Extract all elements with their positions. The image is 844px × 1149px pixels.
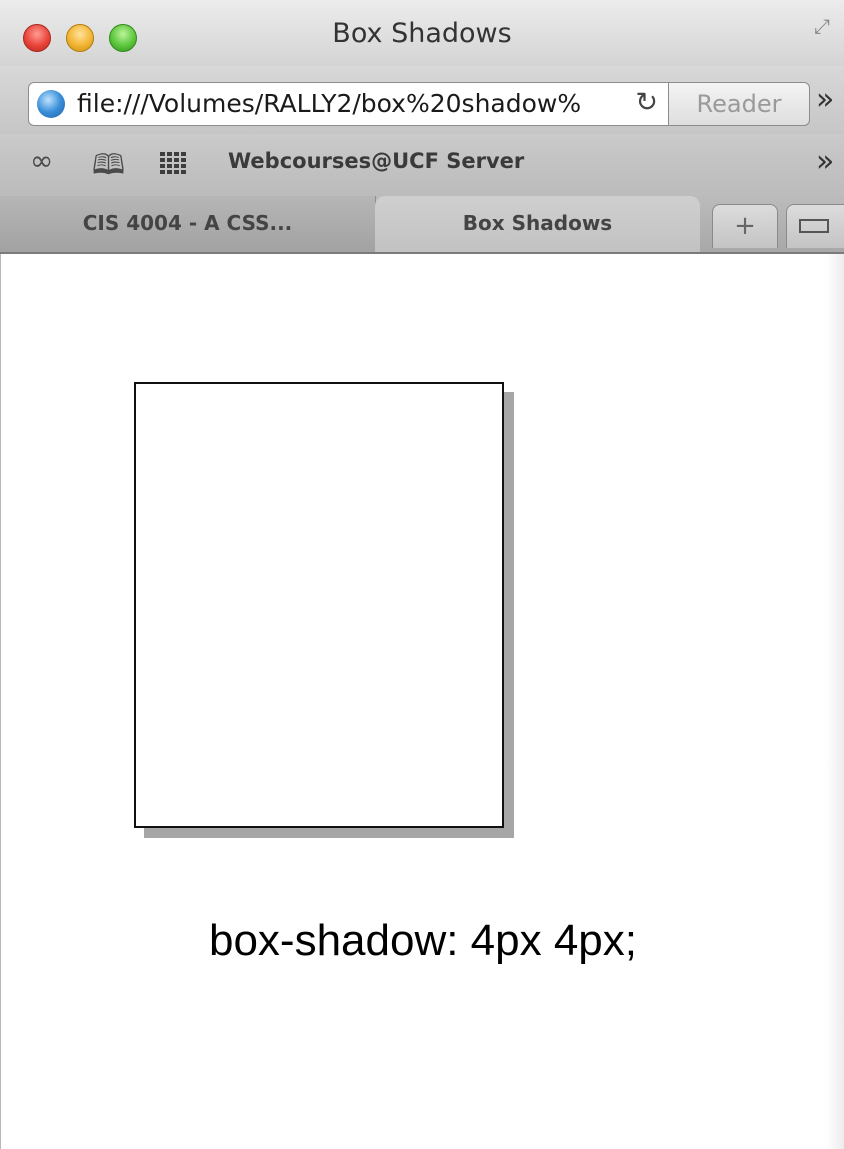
scroll-edge: [826, 254, 844, 1149]
new-tab-button[interactable]: +: [712, 204, 778, 248]
address-toolbar: file:///Volumes/RALLY2/box%20shadow% ↻ R…: [0, 66, 844, 134]
address-field[interactable]: file:///Volumes/RALLY2/box%20shadow% ↻: [28, 82, 668, 126]
top-sites-grid-icon[interactable]: [160, 148, 186, 181]
bookmarks-bar: ∞ 🕮 Webcourses@UCF Server »: [0, 134, 844, 192]
reload-icon[interactable]: ↻: [635, 87, 658, 118]
shadow-demo-box: [134, 382, 504, 828]
window-title: Box Shadows: [332, 18, 512, 49]
tab-view-icon[interactable]: [786, 204, 844, 248]
browser-window: Box Shadows ⤢ file:///Volumes/RALLY2/box…: [0, 0, 844, 1149]
toolbar-overflow-chevron-icon[interactable]: »: [816, 82, 834, 117]
shadow-caption: box-shadow: 4px 4px;: [208, 916, 638, 965]
reader-button[interactable]: Reader: [668, 82, 810, 126]
bookmarks-book-icon[interactable]: 🕮: [92, 144, 125, 192]
tab-bar: CIS 4004 - A CSS... Box Shadows +: [0, 192, 844, 254]
tab-cis-4004[interactable]: CIS 4004 - A CSS...: [0, 196, 376, 252]
title-bar: Box Shadows ⤢: [0, 0, 844, 66]
page-content: box-shadow: 4px 4px;: [0, 254, 844, 1149]
fullscreen-icon[interactable]: ⤢: [814, 16, 840, 42]
bookmark-webcourses[interactable]: Webcourses@UCF Server: [228, 149, 524, 173]
reading-list-icon[interactable]: ∞: [30, 144, 53, 177]
bookmarks-overflow-chevron-icon[interactable]: »: [816, 144, 834, 179]
url-text[interactable]: file:///Volumes/RALLY2/box%20shadow%: [77, 89, 581, 118]
globe-icon: [37, 90, 65, 118]
tab-box-shadows[interactable]: Box Shadows: [375, 196, 700, 252]
